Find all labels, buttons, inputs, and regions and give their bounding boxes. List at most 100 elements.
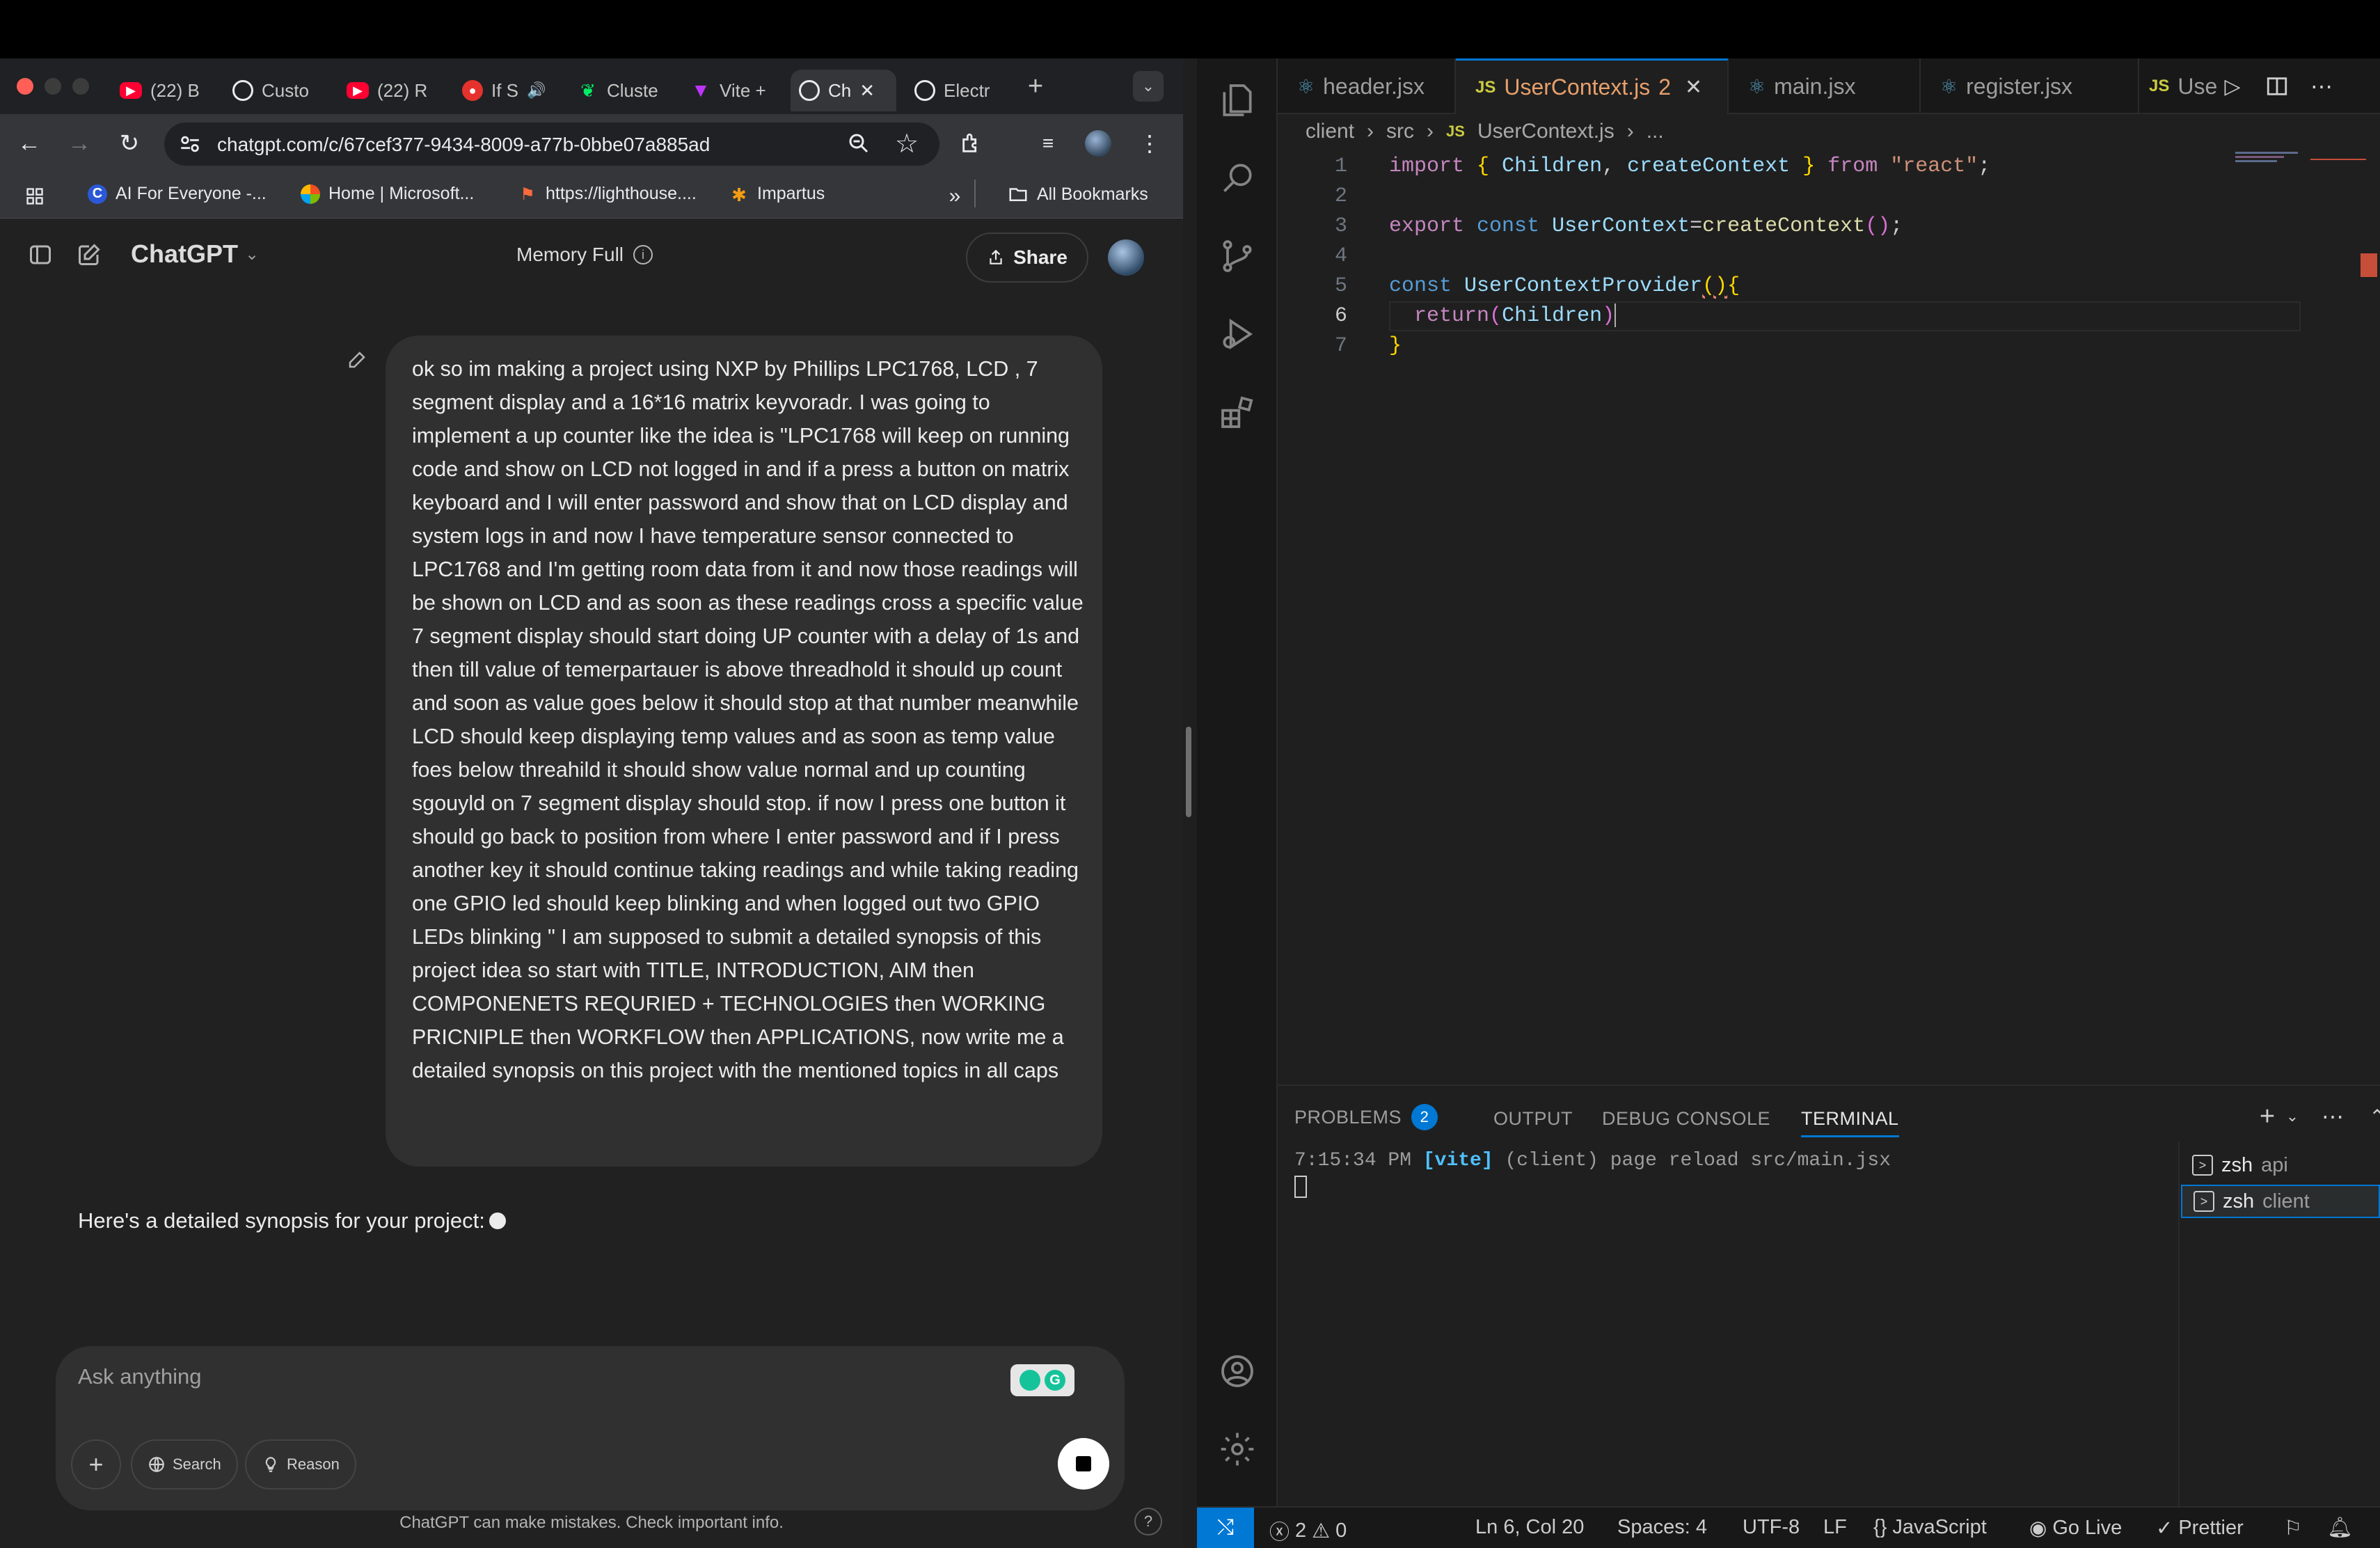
editor-tab[interactable]: ⚛ main.jsx <box>1729 58 1921 114</box>
run-debug-icon[interactable] <box>1216 313 1258 355</box>
url-text[interactable]: chatgpt.com/c/67cef377-9434-8009-a77b-0b… <box>217 134 710 156</box>
more-bookmarks-icon[interactable]: » <box>939 181 970 212</box>
breadcrumb-item[interactable]: src <box>1386 120 1414 143</box>
prompt-input[interactable]: Ask anything <box>78 1364 948 1389</box>
share-icon <box>990 249 1002 264</box>
edit-message-icon[interactable] <box>347 349 367 370</box>
terminal-output[interactable]: 7:15:34 PM [vite] (client) page reload s… <box>1294 1150 1891 1198</box>
media-controls-icon[interactable]: ≡ <box>1033 128 1063 159</box>
back-icon[interactable]: ← <box>14 128 45 159</box>
resize-handle[interactable] <box>1186 727 1191 817</box>
breadcrumb-item[interactable]: client <box>1306 120 1354 143</box>
model-selector[interactable]: ChatGPT ⌄ <box>131 239 259 269</box>
settings-gear-icon[interactable] <box>1216 1428 1258 1470</box>
attach-button[interactable]: + <box>71 1439 121 1490</box>
reload-icon[interactable]: ↻ <box>114 128 145 159</box>
more-actions-icon[interactable]: ⋯ <box>2317 1101 2348 1132</box>
apps-grid-icon[interactable] <box>19 181 50 212</box>
search-button[interactable]: Search <box>131 1439 238 1490</box>
editor-tab-active[interactable]: JS UserContext.js 2 ✕ <box>1456 58 1729 114</box>
language-mode[interactable]: {} JavaScript <box>1873 1516 1987 1539</box>
extensions-icon[interactable] <box>956 128 987 159</box>
problems-summary[interactable]: ⓧ 2 ⚠ 0 <box>1269 1516 1347 1545</box>
breadcrumb-item[interactable]: ... <box>1647 120 1664 143</box>
split-editor-icon[interactable] <box>2262 71 2292 102</box>
help-button[interactable]: ? <box>1134 1508 1162 1535</box>
go-live-button[interactable]: ◉ Go Live <box>2029 1516 2122 1540</box>
prettier-status[interactable]: ✓ Prettier <box>2156 1516 2244 1540</box>
terminal-item-client[interactable]: > zsh client <box>2181 1185 2380 1218</box>
more-actions-icon[interactable]: ⋯ <box>2306 71 2337 102</box>
tab-search-button[interactable]: ⌄ <box>1133 71 1164 102</box>
accounts-icon[interactable] <box>1216 1350 1258 1392</box>
scrollbar-error-marker <box>2361 253 2377 277</box>
browser-tab[interactable]: ▼ Vite + <box>682 70 778 111</box>
tab-output[interactable]: OUTPUT <box>1493 1108 1573 1130</box>
profile-avatar[interactable] <box>1083 128 1113 159</box>
editor-tab[interactable]: ⚛ header.jsx <box>1278 58 1456 114</box>
bookmark-item[interactable]: ⚑ https://lighthouse.... <box>518 184 697 204</box>
end-of-line[interactable]: LF <box>1823 1516 1847 1539</box>
browser-tab[interactable]: ▶ (22) B <box>111 70 207 111</box>
browser-tab[interactable]: ❦ Cluste <box>569 70 665 111</box>
mongodb-icon: ❦ <box>580 79 596 101</box>
editor-tab[interactable]: ⚛ register.jsx <box>1921 58 2139 114</box>
extensions-icon[interactable] <box>1216 391 1258 433</box>
bookmark-item[interactable]: Home | Microsoft... <box>301 184 474 204</box>
code-line: 5 const UserContextProvider(){ <box>1334 274 1740 298</box>
grammarly-icon[interactable]: G <box>1010 1364 1074 1396</box>
encoding[interactable]: UTF-8 <box>1743 1516 1800 1539</box>
breadcrumb-item[interactable]: UserContext.js <box>1477 120 1615 143</box>
source-control-icon[interactable] <box>1216 235 1258 277</box>
browser-tab[interactable]: Electr <box>906 70 1009 111</box>
openai-icon <box>232 80 253 101</box>
minimize-window-button[interactable] <box>45 78 61 95</box>
bookmark-item[interactable]: ✱ Impartus <box>729 184 825 205</box>
stop-icon <box>1076 1456 1091 1471</box>
chevron-down-icon[interactable]: ⌄ <box>2277 1101 2308 1132</box>
close-tab-icon[interactable]: ✕ <box>859 80 875 102</box>
error-icon: ⓧ <box>1269 1522 1290 1544</box>
remote-indicator-icon[interactable]: ⤭ <box>1197 1508 1254 1548</box>
run-file-icon[interactable]: ▷ <box>2217 71 2248 102</box>
maximize-window-button[interactable] <box>72 78 89 95</box>
assistant-message: Here's a detailed synopsis for your proj… <box>78 1208 506 1233</box>
feedback-icon[interactable]: ⚐ <box>2284 1516 2302 1540</box>
notifications-bell-icon[interactable]: 🔔︎ <box>2327 1516 2353 1540</box>
share-button[interactable]: Share <box>966 232 1088 283</box>
double-check-icon: ✓ <box>2156 1517 2173 1540</box>
bookmark-item[interactable]: C AI For Everyone -... <box>88 184 267 204</box>
explorer-icon[interactable] <box>1216 79 1258 121</box>
address-bar[interactable]: chatgpt.com/c/67cef377-9434-8009-a77b-0b… <box>164 123 939 166</box>
new-tab-button[interactable]: + <box>1020 71 1051 102</box>
tab-debug-console[interactable]: DEBUG CONSOLE <box>1602 1108 1770 1130</box>
cursor-position[interactable]: Ln 6, Col 20 <box>1475 1516 1584 1539</box>
browser-tab[interactable]: ● If S 🔊 <box>454 70 557 111</box>
close-tab-icon[interactable]: ✕ <box>1685 75 1702 100</box>
editor-tab[interactable]: JS Use <box>2139 58 2217 114</box>
browser-menu-icon[interactable]: ⋮ <box>1134 128 1165 159</box>
maximize-panel-icon[interactable]: ⌃ <box>2362 1101 2380 1132</box>
indentation[interactable]: Spaces: 4 <box>1617 1516 1707 1539</box>
terminal-item-api[interactable]: > zsh api <box>2181 1148 2380 1182</box>
user-avatar[interactable] <box>1108 239 1144 276</box>
reason-button[interactable]: Reason <box>245 1439 356 1490</box>
split-divider[interactable] <box>1183 58 1197 1548</box>
sidebar-toggle-icon[interactable] <box>25 239 56 270</box>
tab-terminal[interactable]: TERMINAL <box>1801 1108 1899 1137</box>
code-editor[interactable]: 1 import { Children, createContext } from… <box>1278 152 2380 361</box>
browser-tab[interactable]: Custo <box>224 70 320 111</box>
browser-tab-active[interactable]: Ch ✕ <box>791 70 896 111</box>
search-icon[interactable] <box>1216 157 1258 199</box>
tab-problems[interactable]: PROBLEMS 2 <box>1294 1104 1438 1130</box>
all-bookmarks-button[interactable]: All Bookmarks <box>1008 184 1148 205</box>
close-window-button[interactable] <box>17 78 33 95</box>
stop-generating-button[interactable] <box>1058 1438 1109 1490</box>
site-settings-icon[interactable] <box>178 132 202 156</box>
forward-icon[interactable]: → <box>64 128 95 159</box>
browser-tab[interactable]: ▶ (22) R <box>338 70 434 111</box>
memory-status[interactable]: Memory Full i <box>516 244 653 266</box>
zoom-icon[interactable] <box>846 131 871 156</box>
new-chat-icon[interactable] <box>74 239 104 270</box>
bookmark-star-icon[interactable]: ☆ <box>895 128 919 159</box>
